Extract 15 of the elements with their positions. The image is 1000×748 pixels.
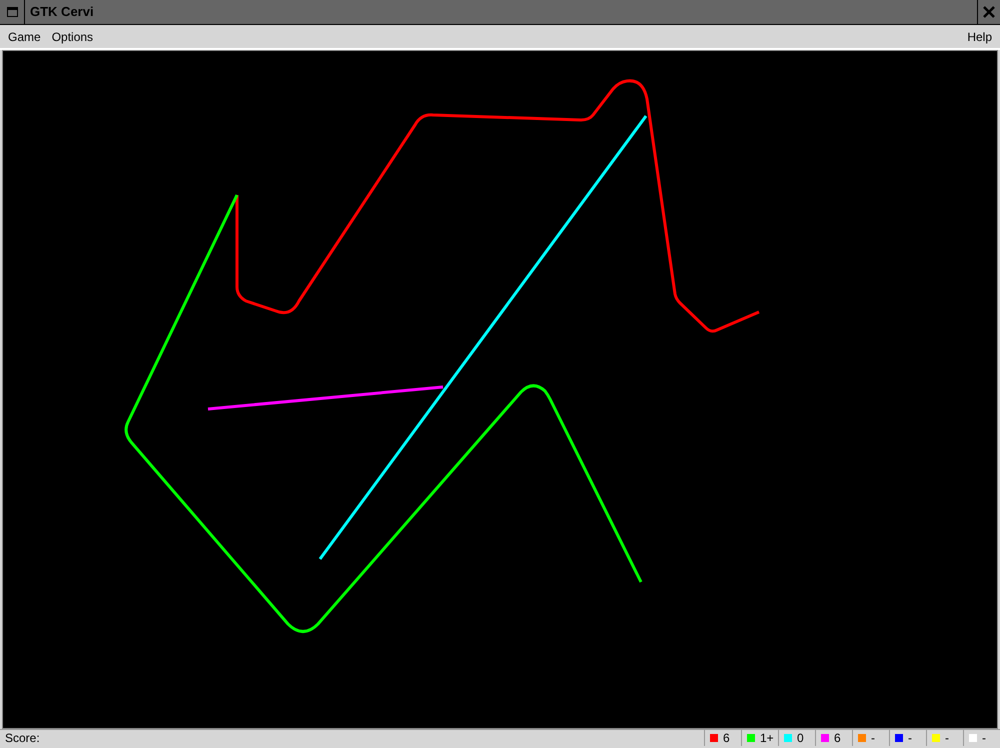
- player-score: 0: [797, 730, 804, 747]
- player-score: 6: [834, 730, 841, 747]
- help-menu[interactable]: Help: [963, 28, 996, 46]
- score-label: Score:: [4, 730, 41, 747]
- player-score: -: [945, 730, 949, 747]
- window-menu-icon: [6, 7, 18, 17]
- close-icon: [983, 6, 995, 18]
- menu-item[interactable]: Options: [48, 28, 98, 46]
- player-score: -: [908, 730, 912, 747]
- player-score: 6: [723, 730, 730, 747]
- menu-item[interactable]: Game: [4, 28, 45, 46]
- window-title: GTK Cervi: [29, 3, 95, 21]
- player-score: -: [982, 730, 986, 747]
- player-score: -: [871, 730, 875, 747]
- player-score: 1+: [760, 730, 774, 747]
